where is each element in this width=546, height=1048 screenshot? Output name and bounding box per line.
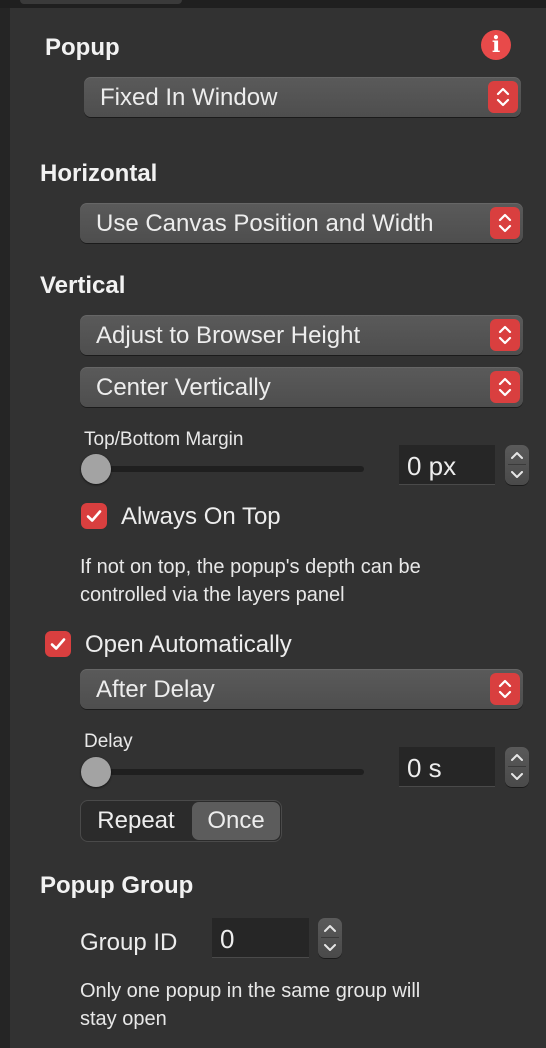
- top-bar: [0, 0, 546, 8]
- margin-value: 0 px: [407, 451, 457, 481]
- stepper-up-icon[interactable]: [318, 918, 342, 938]
- group-help-line: stay open: [80, 1008, 167, 1030]
- open-trigger-select[interactable]: After Delay: [80, 669, 523, 709]
- select-value: Adjust to Browser Height: [96, 322, 361, 349]
- delay-slider-knob[interactable]: [81, 757, 111, 787]
- margin-stepper[interactable]: [505, 445, 529, 485]
- group-help-line: Only one popup in the same group will: [80, 980, 421, 1002]
- repeat-segmented-control[interactable]: Repeat Once: [80, 800, 282, 842]
- chevron-up-down-icon: [490, 319, 520, 351]
- checkmark-icon: [50, 638, 66, 650]
- group-id-stepper[interactable]: [318, 918, 342, 958]
- delay-label: Delay: [84, 731, 133, 752]
- delay-slider-track[interactable]: [84, 769, 364, 775]
- select-value: Use Canvas Position and Width: [96, 210, 434, 237]
- chevron-up-down-icon: [490, 673, 520, 705]
- popup-position-select[interactable]: Fixed In Window: [84, 77, 521, 117]
- horizontal-select[interactable]: Use Canvas Position and Width: [80, 203, 523, 243]
- top-tab: [20, 0, 182, 4]
- select-value: Center Vertically: [96, 374, 271, 401]
- segment-repeat[interactable]: Repeat: [82, 802, 190, 840]
- select-value: After Delay: [96, 676, 215, 703]
- panel-left-edge: [0, 0, 10, 1048]
- chevron-up-down-icon: [488, 81, 518, 113]
- stepper-down-icon[interactable]: [318, 938, 342, 958]
- popup-heading: Popup: [45, 34, 120, 61]
- checkmark-icon: [86, 510, 102, 522]
- vertical-align-select[interactable]: Center Vertically: [80, 367, 523, 407]
- group-id-label: Group ID: [80, 929, 178, 956]
- select-value: Fixed In Window: [100, 84, 278, 111]
- margin-slider-knob[interactable]: [81, 454, 111, 484]
- stepper-down-icon[interactable]: [505, 767, 529, 787]
- delay-value: 0 s: [407, 753, 442, 783]
- always-on-top-checkbox[interactable]: [81, 503, 107, 529]
- vertical-heading: Vertical: [40, 272, 126, 299]
- margin-slider-track[interactable]: [84, 466, 364, 472]
- chevron-up-down-icon: [490, 207, 520, 239]
- open-automatically-label[interactable]: Open Automatically: [85, 631, 292, 659]
- help-text-line: If not on top, the popup's depth can be: [80, 556, 421, 578]
- vertical-height-select[interactable]: Adjust to Browser Height: [80, 315, 523, 355]
- delay-stepper[interactable]: [505, 747, 529, 787]
- help-text-line: controlled via the layers panel: [80, 584, 345, 606]
- stepper-down-icon[interactable]: [505, 465, 529, 485]
- always-on-top-label[interactable]: Always On Top: [121, 503, 281, 531]
- group-id-value: 0: [220, 924, 235, 954]
- popup-group-heading: Popup Group: [40, 872, 194, 899]
- segment-once[interactable]: Once: [192, 802, 280, 840]
- margin-value-field[interactable]: 0 px: [399, 445, 495, 485]
- info-icon[interactable]: i: [481, 30, 511, 60]
- margin-label: Top/Bottom Margin: [84, 429, 244, 450]
- stepper-up-icon[interactable]: [505, 445, 529, 465]
- open-automatically-checkbox[interactable]: [45, 631, 71, 657]
- horizontal-heading: Horizontal: [40, 160, 158, 187]
- stepper-up-icon[interactable]: [505, 747, 529, 767]
- delay-value-field[interactable]: 0 s: [399, 747, 495, 787]
- group-id-field[interactable]: 0: [212, 918, 309, 958]
- chevron-up-down-icon: [490, 371, 520, 403]
